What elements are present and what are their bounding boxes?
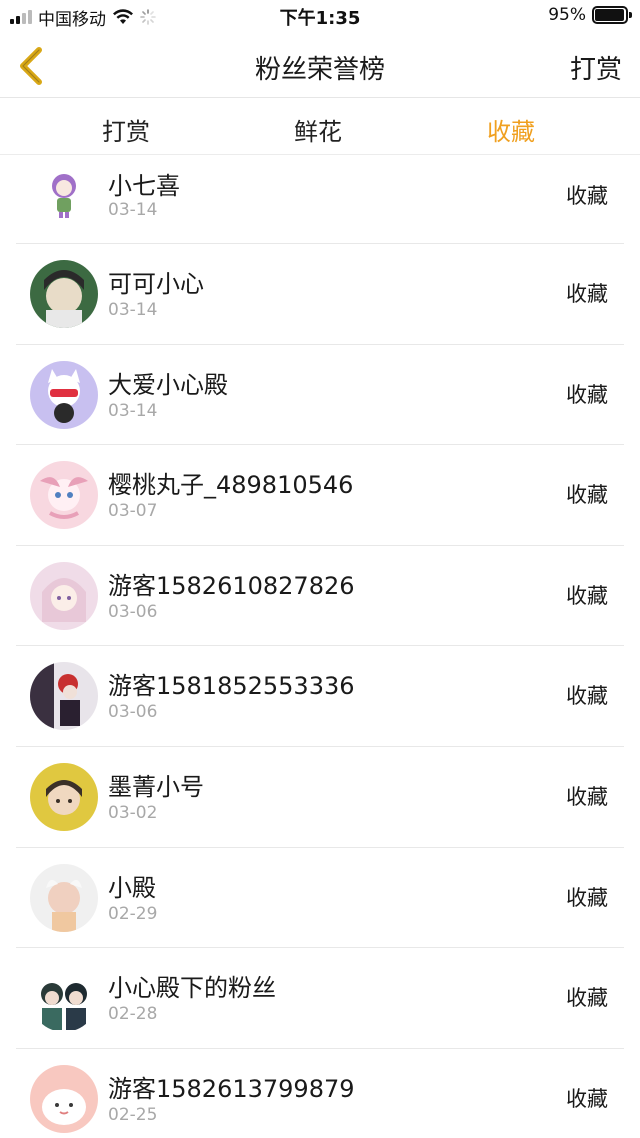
fan-date: 02-29	[108, 903, 158, 924]
list-item[interactable]: 墨菁小号 03-02 收藏	[16, 747, 624, 848]
avatar	[30, 662, 98, 731]
list-item[interactable]: 小殿 02-29 收藏	[16, 848, 624, 949]
status-time: 下午1:35	[279, 8, 361, 29]
status-right: 95%	[548, 5, 632, 25]
reward-button[interactable]: 打赏	[570, 49, 622, 86]
fan-name: 游客1582610827826	[108, 571, 355, 600]
list-item[interactable]: 可可小心 03-14 收藏	[16, 244, 624, 345]
fan-name: 小七喜	[108, 172, 180, 200]
tab-favorites[interactable]: 收藏	[451, 112, 571, 147]
fan-name: 游客1581852553336	[108, 672, 355, 701]
fan-name: 大爱小心殿	[108, 370, 228, 399]
list-item[interactable]: 大爱小心殿 03-14 收藏	[16, 345, 624, 446]
avatar	[30, 360, 98, 429]
status-bar: 中国移动 下午1:35 95%	[0, 0, 640, 34]
favorite-label: 收藏	[566, 784, 608, 809]
favorite-label: 收藏	[566, 684, 608, 709]
list-item[interactable]: 游客1582613799879 02-25 收藏	[16, 1049, 624, 1138]
fan-name: 小心殿下的粉丝	[108, 974, 276, 1003]
fan-date: 03-14	[108, 200, 158, 220]
list-item[interactable]: 游客1582610827826 03-06 收藏	[16, 546, 624, 647]
favorite-label: 收藏	[566, 885, 608, 910]
avatar	[30, 762, 98, 831]
favorite-label: 收藏	[566, 986, 608, 1011]
avatar	[30, 260, 98, 328]
avatar	[30, 461, 98, 530]
fan-date: 03-07	[108, 501, 158, 522]
fan-date: 02-28	[108, 1004, 158, 1025]
fan-date: 03-06	[108, 702, 158, 723]
fan-name: 小殿	[108, 873, 156, 902]
fan-list: 小七喜 03-14 收藏 可可小心 03-14 收藏 大爱小心殿 03-14 收…	[0, 156, 640, 1138]
fan-date: 03-02	[108, 802, 158, 823]
avatar	[30, 964, 98, 1033]
battery-icon	[592, 6, 632, 24]
list-item[interactable]: 游客1581852553336 03-06 收藏	[16, 646, 624, 747]
favorite-label: 收藏	[566, 1086, 608, 1111]
navigation-bar: 粉丝荣誉榜 打赏	[0, 34, 640, 98]
tab-reward[interactable]: 打赏	[66, 112, 186, 147]
fan-date: 02-25	[108, 1104, 158, 1125]
battery-percent: 95%	[548, 5, 586, 25]
tab-bar: 打赏 鲜花 收藏	[0, 99, 640, 155]
list-item[interactable]: 小七喜 03-14 收藏	[16, 156, 624, 244]
favorite-label: 收藏	[566, 483, 608, 508]
list-item[interactable]: 樱桃丸子_489810546 03-07 收藏	[16, 445, 624, 546]
page-title: 粉丝荣誉榜	[254, 55, 385, 85]
favorite-label: 收藏	[566, 382, 608, 407]
fan-name: 墨菁小号	[108, 772, 204, 801]
fan-date: 03-14	[108, 400, 158, 421]
fan-name: 游客1582613799879	[108, 1074, 355, 1103]
avatar	[30, 160, 98, 228]
favorite-label: 收藏	[566, 583, 608, 608]
fan-name: 可可小心	[108, 270, 204, 298]
avatar	[30, 561, 98, 630]
avatar	[30, 863, 98, 932]
fan-date: 03-06	[108, 601, 158, 622]
fan-date: 03-14	[108, 300, 158, 320]
tab-flowers[interactable]: 鲜花	[258, 112, 378, 147]
avatar	[30, 1064, 98, 1133]
favorite-label: 收藏	[566, 184, 608, 208]
fan-name: 樱桃丸子_489810546	[108, 471, 354, 500]
list-item[interactable]: 小心殿下的粉丝 02-28 收藏	[16, 948, 624, 1049]
favorite-label: 收藏	[566, 282, 608, 306]
